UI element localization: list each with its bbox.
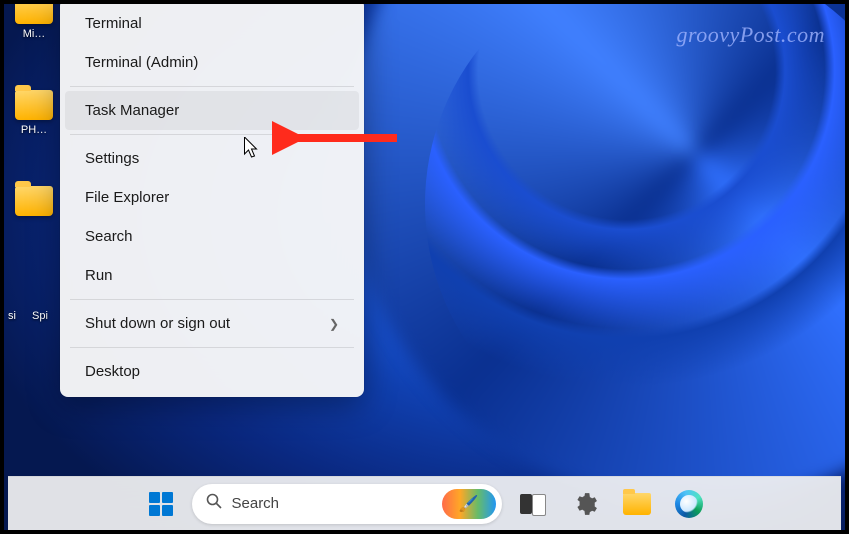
icon-label-partial: Spi [32,310,48,322]
taskbar: Search [8,476,841,530]
menu-item-run[interactable]: Run [65,256,359,295]
folder-icon [623,493,651,515]
folder-icon [15,90,53,120]
mouse-cursor-icon [244,137,261,161]
settings-taskbar-button[interactable] [564,483,606,525]
winx-context-menu: Terminal Terminal (Admin) Task Manager S… [60,4,364,397]
menu-item-label: Desktop [85,363,140,380]
gear-icon [572,491,598,517]
annotation-arrow-icon [272,120,402,156]
menu-item-terminal-admin[interactable]: Terminal (Admin) [65,43,359,82]
icon-label: PH… [21,124,47,136]
menu-item-label: File Explorer [85,189,169,206]
taskbar-search[interactable]: Search [192,484,502,524]
menu-item-label: Terminal (Admin) [85,54,198,71]
start-button[interactable] [140,483,182,525]
desktop-folder-icon[interactable] [12,186,56,220]
menu-separator [70,86,354,87]
chevron-right-icon: ❯ [329,317,339,331]
menu-separator [70,347,354,348]
icon-label: Mi… [23,28,46,40]
search-icon [206,493,222,514]
menu-item-label: Task Manager [85,102,179,119]
folder-icon [15,186,53,216]
watermark-text: groovyPost.com [676,22,825,48]
task-view-icon [520,494,546,514]
menu-item-label: Terminal [85,15,142,32]
edge-icon [675,490,703,518]
desktop-folder-icon[interactable]: PH… [12,90,56,136]
icon-label-partial: si [8,310,16,322]
menu-item-shutdown[interactable]: Shut down or sign out ❯ [65,304,359,343]
windows-logo-icon [149,492,173,516]
menu-item-label: Search [85,228,133,245]
menu-item-search[interactable]: Search [65,217,359,256]
desktop-icons-column: Mi… PH… [12,4,56,220]
desktop-wallpaper[interactable]: groovyPost.com Mi… PH… si Spi Terminal T… [4,4,845,530]
desktop-folder-icon[interactable]: Mi… [12,4,56,40]
task-view-button[interactable] [512,483,554,525]
menu-separator [70,299,354,300]
menu-item-desktop[interactable]: Desktop [65,352,359,391]
menu-item-terminal[interactable]: Terminal [65,4,359,43]
search-highlight-icon [442,489,496,519]
menu-item-label: Shut down or sign out [85,315,230,332]
folder-icon [15,4,53,24]
menu-item-label: Run [85,267,113,284]
edge-taskbar-button[interactable] [668,483,710,525]
menu-item-label: Settings [85,150,139,167]
menu-item-file-explorer[interactable]: File Explorer [65,178,359,217]
file-explorer-taskbar-button[interactable] [616,483,658,525]
